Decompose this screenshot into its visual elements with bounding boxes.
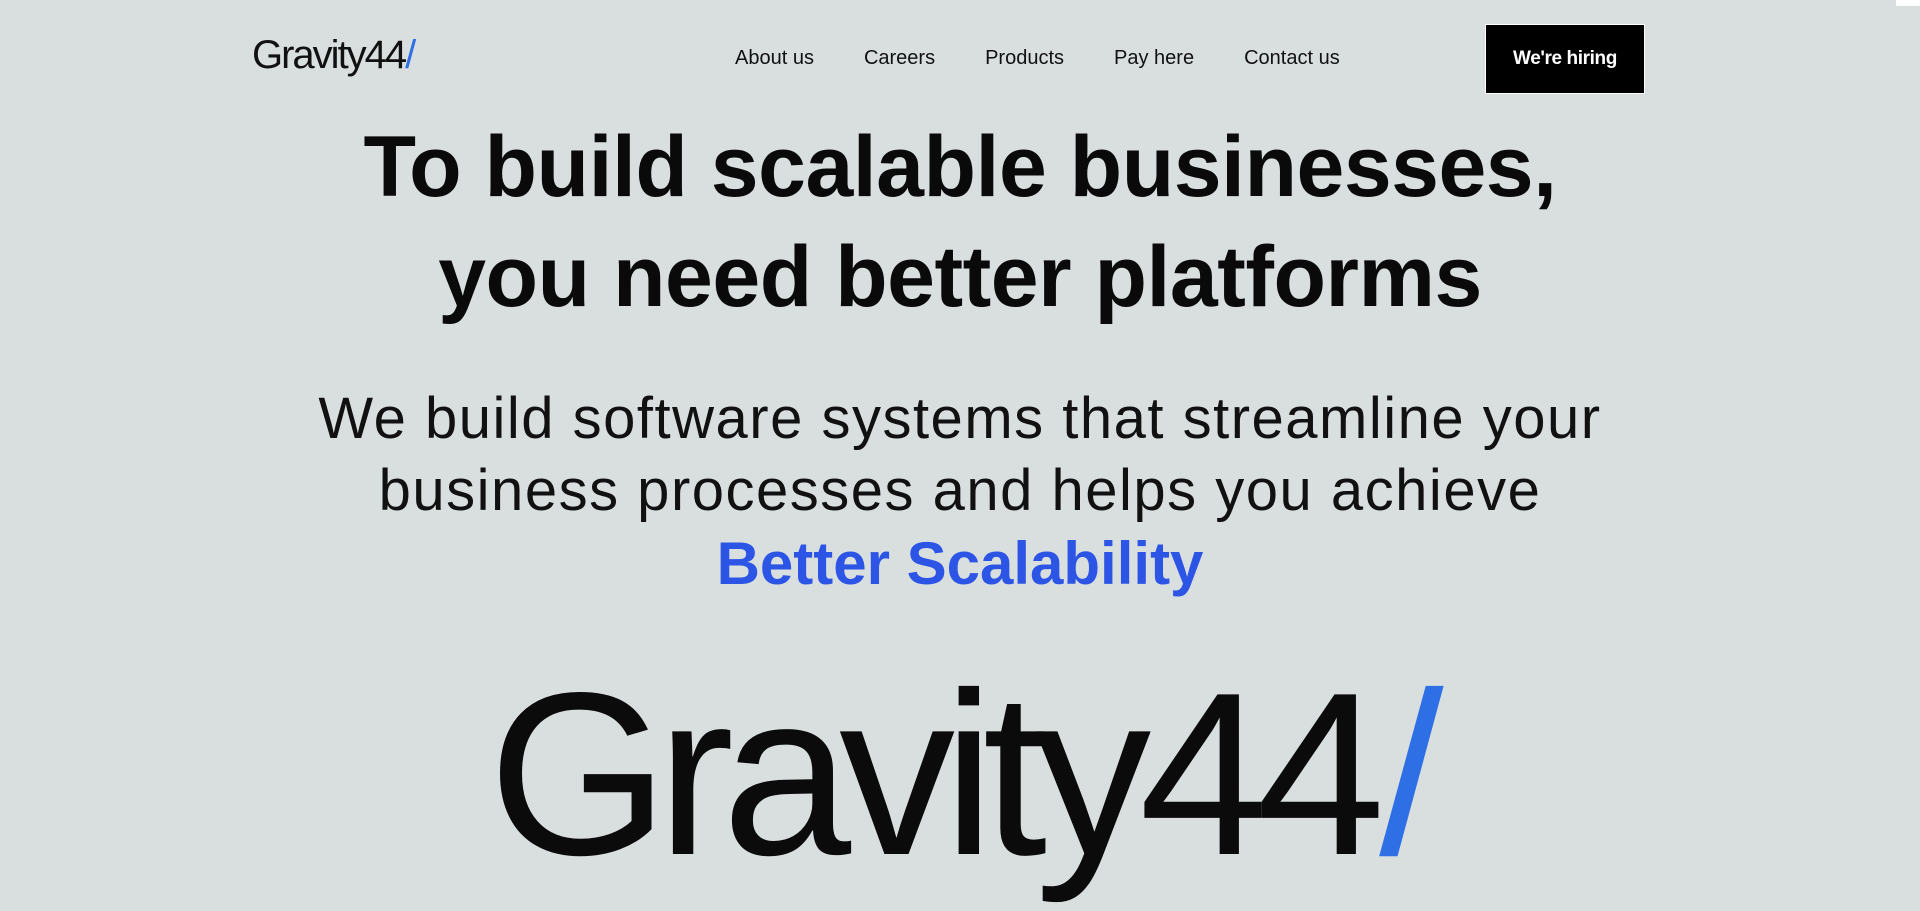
nav-link-contact-us[interactable]: Contact us [1244, 44, 1340, 72]
large-logo-slash: / [1379, 645, 1444, 904]
hero-subheading-line-1: We build software systems that streamlin… [318, 386, 1602, 451]
nav-link-pay-here[interactable]: Pay here [1114, 44, 1194, 72]
page: Gravity44/ About us Careers Products Pay… [0, 0, 1920, 911]
nav-link-careers[interactable]: Careers [864, 44, 935, 72]
header-logo-text: Gravity44 [252, 33, 407, 77]
hero-headline-line-2: you need better platforms [438, 229, 1482, 325]
hero-headline: To build scalable businesses, you need b… [0, 112, 1920, 332]
were-hiring-button[interactable]: We're hiring [1485, 24, 1645, 94]
hero-headline-line-1: To build scalable businesses, [363, 119, 1557, 215]
large-brand-logo: Gravity44/ [0, 655, 1920, 895]
nav-link-products[interactable]: Products [985, 44, 1064, 72]
site-header: Gravity44/ About us Careers Products Pay… [0, 0, 1920, 116]
header-logo[interactable]: Gravity44/ [252, 30, 416, 80]
nav-link-about-us[interactable]: About us [735, 44, 814, 72]
hero-accent-text: Better Scalability [716, 530, 1204, 597]
hero-subheading: We build software systems that streamlin… [0, 383, 1920, 527]
hero-subheading-line-2: business processes and helps you achieve [378, 458, 1542, 523]
header-logo-slash: / [405, 33, 416, 77]
main-nav: About us Careers Products Pay here Conta… [735, 44, 1340, 72]
large-logo-text: Gravity44 [488, 645, 1385, 904]
